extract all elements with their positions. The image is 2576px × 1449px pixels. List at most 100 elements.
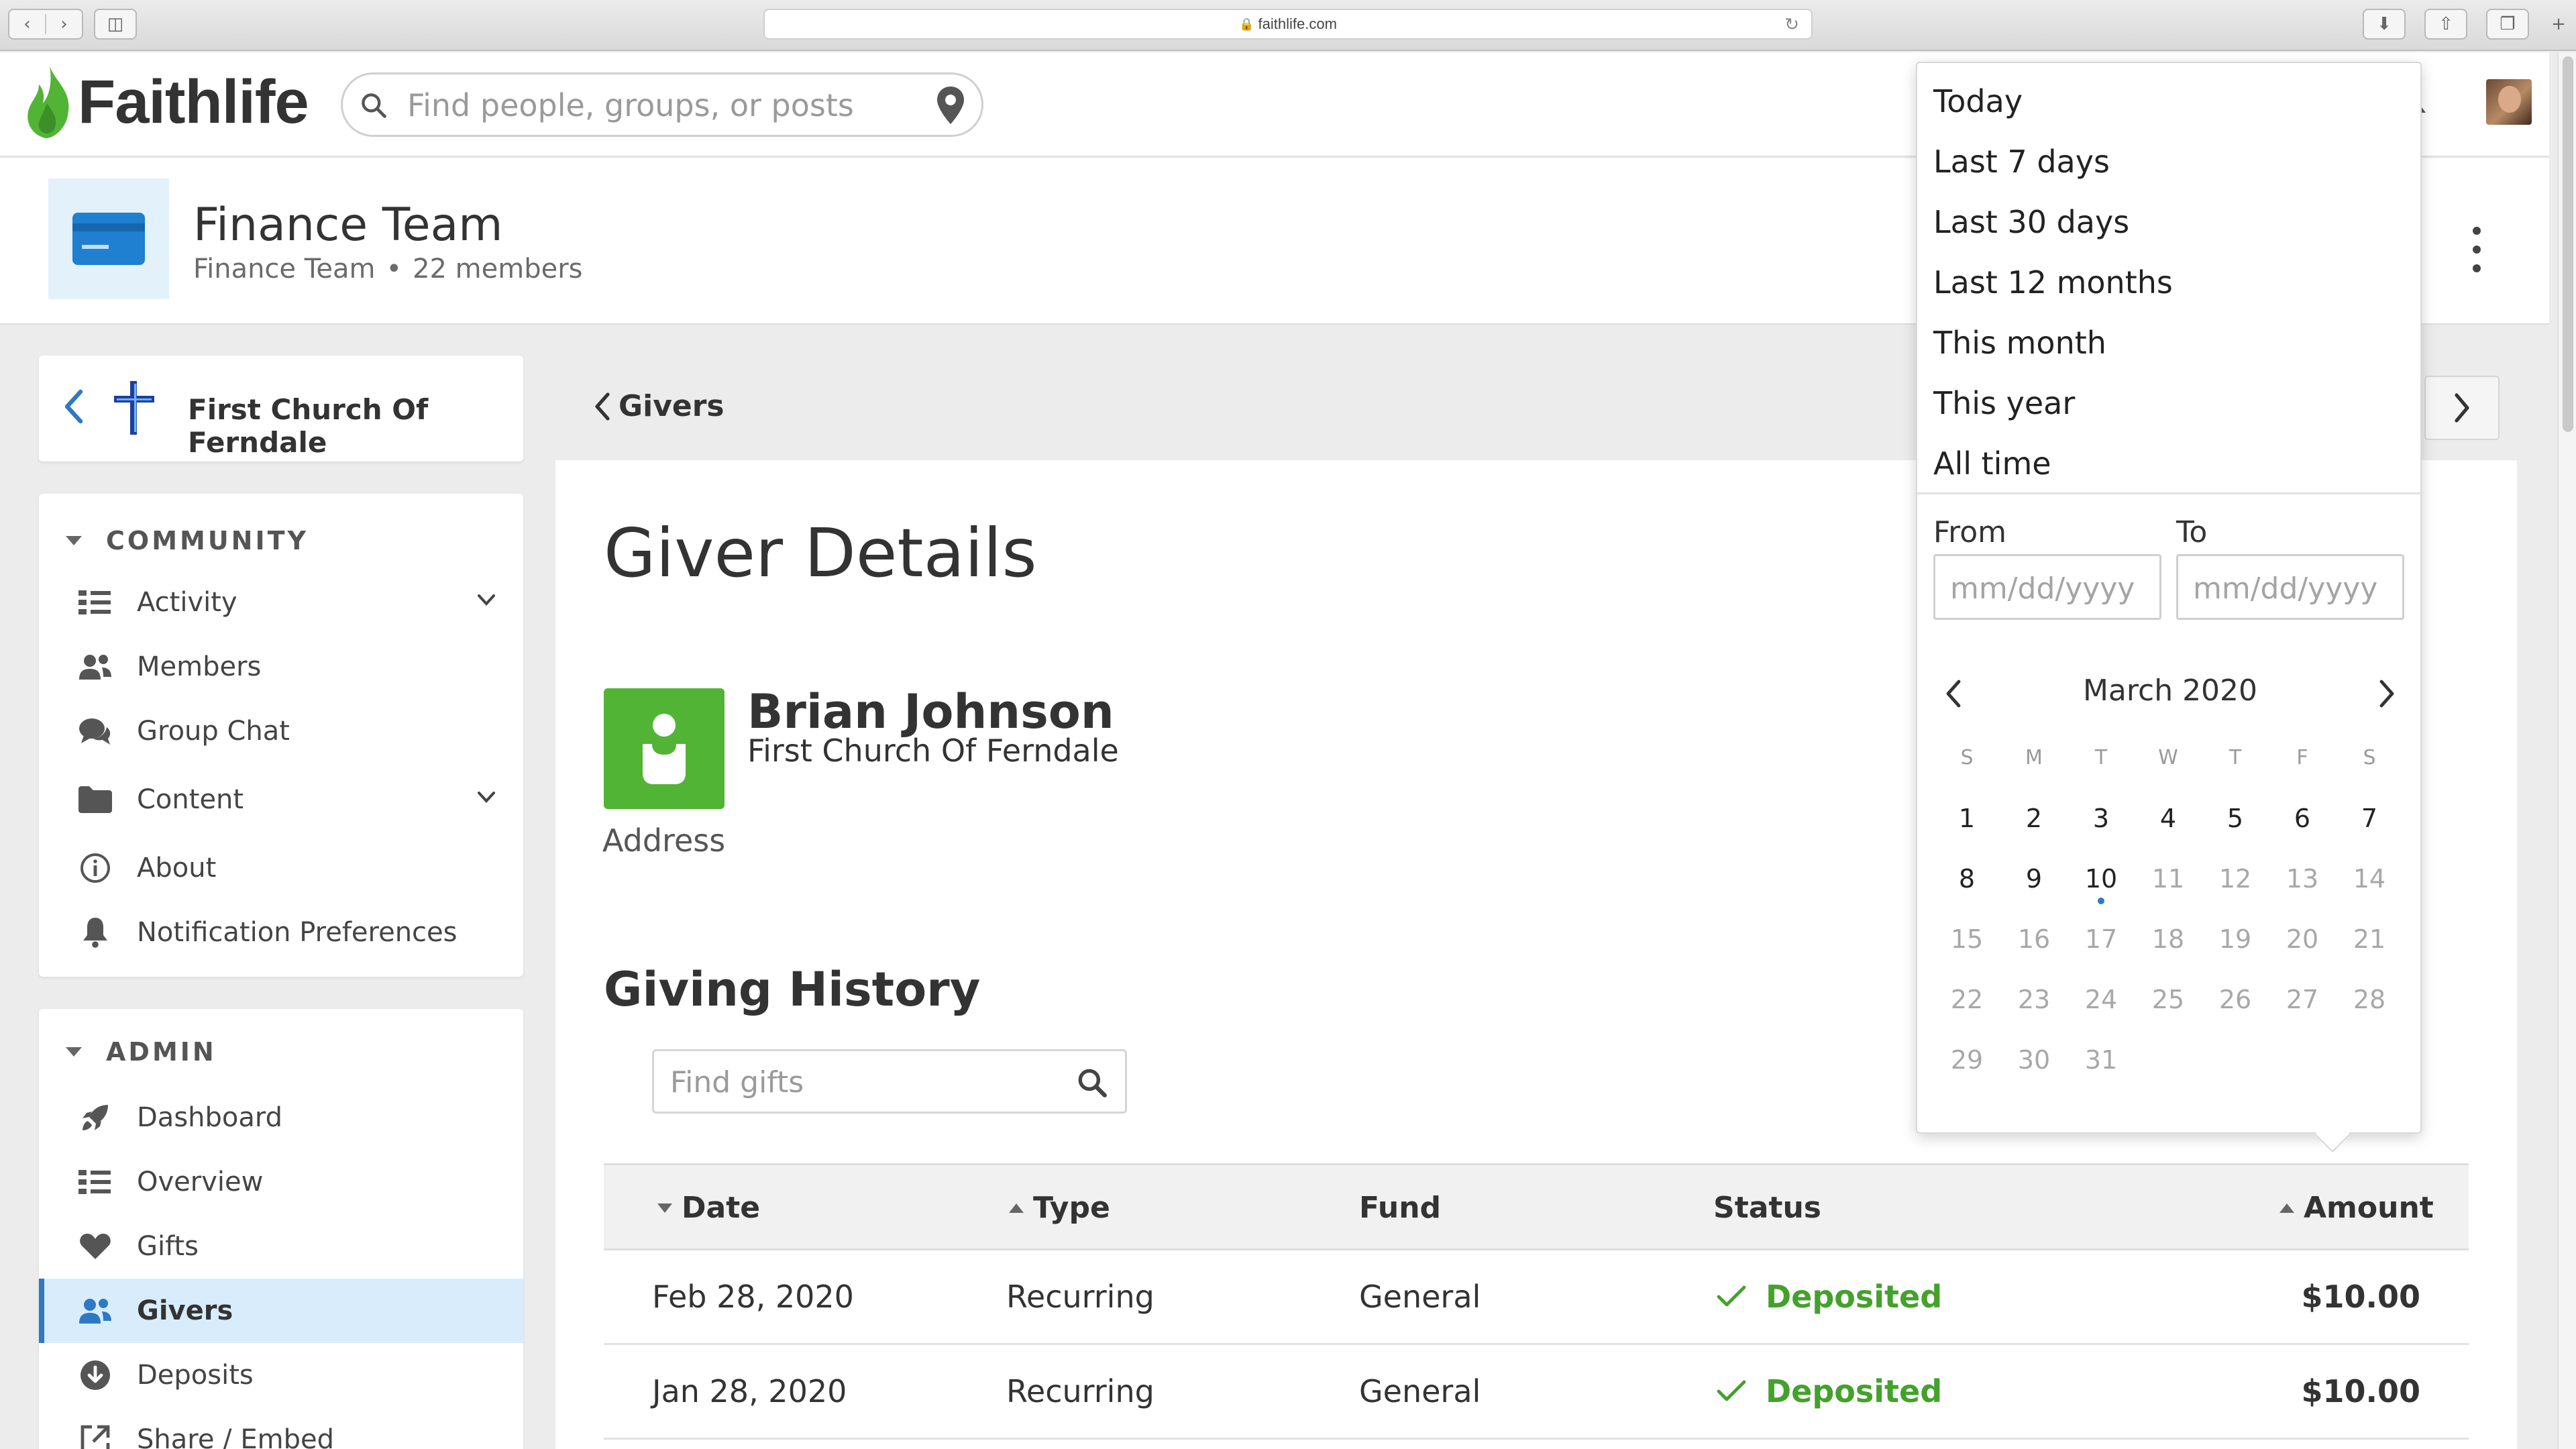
back-to-givers-link[interactable]: Givers (593, 389, 724, 423)
sidebar-item-overview[interactable]: Overview (39, 1150, 523, 1214)
more-options-icon[interactable] (2463, 223, 2490, 276)
group-subtitle: Finance Team • 22 members (193, 254, 583, 284)
search-icon[interactable] (1075, 1066, 1109, 1099)
history-nav[interactable]: ‹ › (8, 9, 83, 40)
from-date-field[interactable] (1933, 554, 2161, 620)
chevron-left-icon (595, 392, 610, 421)
sidebar-item-share-embed[interactable]: Share / Embed (39, 1407, 523, 1449)
calendar-day: 16 (2017, 924, 2051, 954)
column-header-fund[interactable]: Fund (1359, 1191, 1441, 1225)
preset-last-12-months[interactable]: Last 12 months (1933, 264, 2173, 301)
downloads-icon[interactable]: ⬇ (2363, 9, 2406, 40)
table-row[interactable]: Jan 28, 2020 Recurring General Deposited… (604, 1345, 2469, 1440)
forward-arrow-icon[interactable]: › (45, 14, 82, 34)
calendar-day[interactable]: 6 (2269, 804, 2336, 833)
church-cross-icon (114, 381, 154, 435)
sidebar-item-label: Deposits (137, 1360, 254, 1391)
global-search[interactable] (341, 72, 983, 137)
cell-fund: General (1359, 1373, 1481, 1409)
table-row[interactable]: Feb 28, 2020 Recurring General Deposited… (604, 1250, 2469, 1345)
calendar-day[interactable]: 2 (2000, 804, 2068, 833)
preset-this-year[interactable]: This year (1933, 385, 2075, 421)
column-header-type[interactable]: Type (1009, 1191, 1110, 1225)
address-label: Address (602, 822, 726, 859)
to-date-field[interactable] (2176, 554, 2404, 620)
calendar-day[interactable]: 1 (1933, 804, 2000, 833)
weekday-header: M (2025, 746, 2043, 769)
sidebar-item-notification-preferences[interactable]: Notification Preferences (39, 900, 523, 965)
page-scrollbar[interactable] (2557, 52, 2576, 1449)
search-input[interactable] (407, 85, 917, 125)
from-date-input[interactable] (1950, 568, 2151, 608)
column-header-amount[interactable]: Amount (2279, 1191, 2434, 1225)
sidebar-item-label: Gifts (137, 1231, 199, 1262)
cell-amount: $10.00 (2301, 1373, 2420, 1409)
cell-amount: $10.00 (2301, 1279, 2420, 1315)
tabs-icon[interactable]: ❐ (2486, 9, 2529, 40)
chevron-down-icon[interactable] (476, 593, 496, 606)
folder-icon (78, 786, 112, 813)
to-date-input[interactable] (2193, 568, 2394, 608)
search-icon (362, 93, 386, 118)
new-tab-icon[interactable]: + (2544, 9, 2573, 40)
sidebar-toggle-icon[interactable]: ◫ (94, 9, 137, 40)
back-arrow-icon[interactable]: ‹ (9, 14, 45, 34)
sidebar-item-label: Notification Preferences (137, 917, 458, 948)
sidebar-item-gifts[interactable]: Gifts (39, 1214, 523, 1279)
sidebar-item-deposits[interactable]: Deposits (39, 1343, 523, 1407)
sidebar-item-about[interactable]: About (39, 836, 523, 900)
preset-last-7-days[interactable]: Last 7 days (1933, 144, 2110, 180)
sort-descending-icon (657, 1203, 672, 1213)
calendar-day: 25 (2151, 985, 2185, 1014)
sidebar-item-activity[interactable]: Activity (39, 570, 523, 635)
calendar-day[interactable]: 9 (2000, 864, 2068, 894)
faithlife-logo[interactable]: Faithlife (23, 63, 309, 141)
calendar-day: 29 (1950, 1045, 1984, 1075)
parent-church-card[interactable]: First Church Of Ferndale (39, 356, 523, 462)
sidebar-item-givers[interactable]: Givers (39, 1279, 523, 1343)
sidebar-item-dashboard[interactable]: Dashboard (39, 1085, 523, 1150)
calendar-day[interactable]: 8 (1933, 864, 2000, 894)
chevron-left-icon[interactable] (60, 386, 87, 427)
column-header-date[interactable]: Date (657, 1191, 760, 1225)
preset-this-month[interactable]: This month (1933, 325, 2106, 361)
preset-today[interactable]: Today (1933, 83, 2023, 119)
from-label: From (1933, 515, 2007, 549)
sidebar-item-group-chat[interactable]: Group Chat (39, 699, 523, 763)
calendar-day[interactable]: 5 (2202, 804, 2269, 833)
reload-icon[interactable]: ↻ (1784, 14, 1799, 35)
column-header-status[interactable]: Status (1713, 1191, 1821, 1225)
location-pin-icon[interactable] (936, 85, 965, 125)
next-giver-button[interactable] (2424, 376, 2500, 440)
calendar-day[interactable]: 4 (2135, 804, 2202, 833)
share-browser-icon[interactable]: ⇧ (2424, 9, 2467, 40)
admin-section-toggle[interactable]: ADMIN (66, 1037, 217, 1067)
checkmark-icon (1717, 1285, 1746, 1307)
member-count[interactable]: 22 members (413, 254, 582, 284)
preset-last-30-days[interactable]: Last 30 days (1933, 204, 2129, 240)
calendar-day: 22 (1950, 985, 1984, 1014)
preset-all-time[interactable]: All time (1933, 445, 2051, 482)
calendar-day[interactable]: 3 (2068, 804, 2135, 833)
find-gifts-input[interactable] (670, 1062, 1046, 1102)
sidebar-item-members[interactable]: Members (39, 635, 523, 699)
calendar-day: 23 (2017, 985, 2051, 1014)
scrollbar-thumb[interactable] (2563, 56, 2573, 432)
community-section-toggle[interactable]: COMMUNITY (66, 526, 309, 555)
chat-icon (79, 718, 111, 745)
calendar-day[interactable]: 7 (2336, 804, 2403, 833)
sidebar-item-label: Activity (137, 587, 237, 618)
next-month-icon[interactable] (2379, 679, 2396, 708)
user-avatar[interactable] (2486, 79, 2532, 125)
calendar-day[interactable]: 10 (2068, 864, 2135, 894)
sidebar-item-label: Members (137, 651, 262, 682)
community-title: COMMUNITY (106, 526, 309, 555)
chevron-down-icon[interactable] (476, 790, 496, 804)
cell-fund: General (1359, 1279, 1481, 1315)
find-gifts-search[interactable] (652, 1049, 1127, 1114)
url-text: faithlife.com (1258, 15, 1337, 32)
back-label: Givers (619, 389, 724, 423)
address-bar[interactable]: 🔒 faithlife.com ↻ (763, 9, 1813, 40)
people-icon (79, 655, 111, 680)
sidebar-item-content[interactable]: Content (39, 767, 523, 832)
